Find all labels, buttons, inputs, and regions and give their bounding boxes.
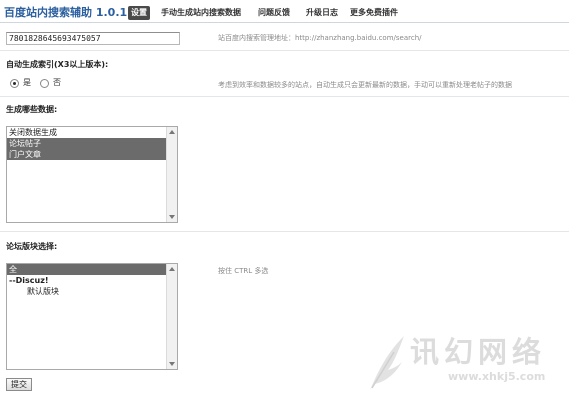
forum-select-label: 论坛版块选择: [6,242,58,251]
data-type-option-disable[interactable]: 关闭数据生成 [7,127,177,138]
tab-manual-generate[interactable]: 手动生成站内搜索数据 [161,6,241,20]
scroll-down-arrow-icon[interactable] [169,215,175,219]
data-types-scrollbar[interactable] [166,127,177,222]
watermark-text: 讯幻网络 [410,335,547,369]
plugin-title: 百度站内搜索辅助 1.0.1 [4,6,128,19]
tab-more-plugins[interactable]: 更多免费插件 [350,6,398,20]
data-type-option-forum-posts[interactable]: 论坛帖子 [7,138,167,149]
scroll-up-arrow-icon[interactable] [169,130,175,134]
forum-option-all[interactable]: 全 [7,264,167,275]
auto-index-yes-label[interactable]: 是 [23,78,31,88]
site-id-input[interactable] [6,32,180,45]
forum-option-group-discuz[interactable]: --Discuz! [7,275,177,286]
tab-feedback[interactable]: 问题反馈 [258,6,290,20]
submit-button[interactable]: 提交 [6,378,32,391]
auto-index-label: 自动生成索引(X3以上版本): [6,60,109,69]
data-type-option-portal-articles[interactable]: 门户文章 [7,149,167,160]
plugin-header: 百度站内搜索辅助 1.0.1 设置 手动生成站内搜索数据 问题反馈 升级日志 更… [0,6,569,20]
watermark-logo: 讯幻网络 www.xhkj5.com [364,332,564,398]
watermark-url: www.xhkj5.com [448,370,546,383]
data-types-label: 生成哪些数据: [6,105,58,114]
header-divider [0,22,569,23]
forum-option-default-board[interactable]: 默认版块 [7,286,177,297]
scroll-down-arrow-icon[interactable] [169,362,175,366]
auto-index-hint: 考虑到效率和数据较多的站点，自动生成只会更新最新的数据，手动可以重新处理老帖子的… [218,81,512,89]
auto-index-no-label[interactable]: 否 [53,78,61,88]
scroll-up-arrow-icon[interactable] [169,267,175,271]
auto-index-yes-radio[interactable] [10,79,19,88]
forum-select-scrollbar[interactable] [166,264,177,369]
row-divider [0,50,569,51]
feather-logo-icon [370,336,404,390]
forum-select-hint: 按住 CTRL 多选 [218,267,269,275]
tab-settings[interactable]: 设置 [128,6,150,20]
auto-index-no-radio[interactable] [40,79,49,88]
row-divider [0,231,569,232]
row-divider [0,96,569,97]
data-types-listbox[interactable]: 关闭数据生成 论坛帖子 门户文章 [6,126,178,223]
site-id-hint: 站百度内搜索管理地址：http://zhanzhang.baidu.com/se… [218,34,422,42]
forum-select-listbox[interactable]: 全 --Discuz! 默认版块 [6,263,178,370]
tab-changelog[interactable]: 升级日志 [306,6,338,20]
